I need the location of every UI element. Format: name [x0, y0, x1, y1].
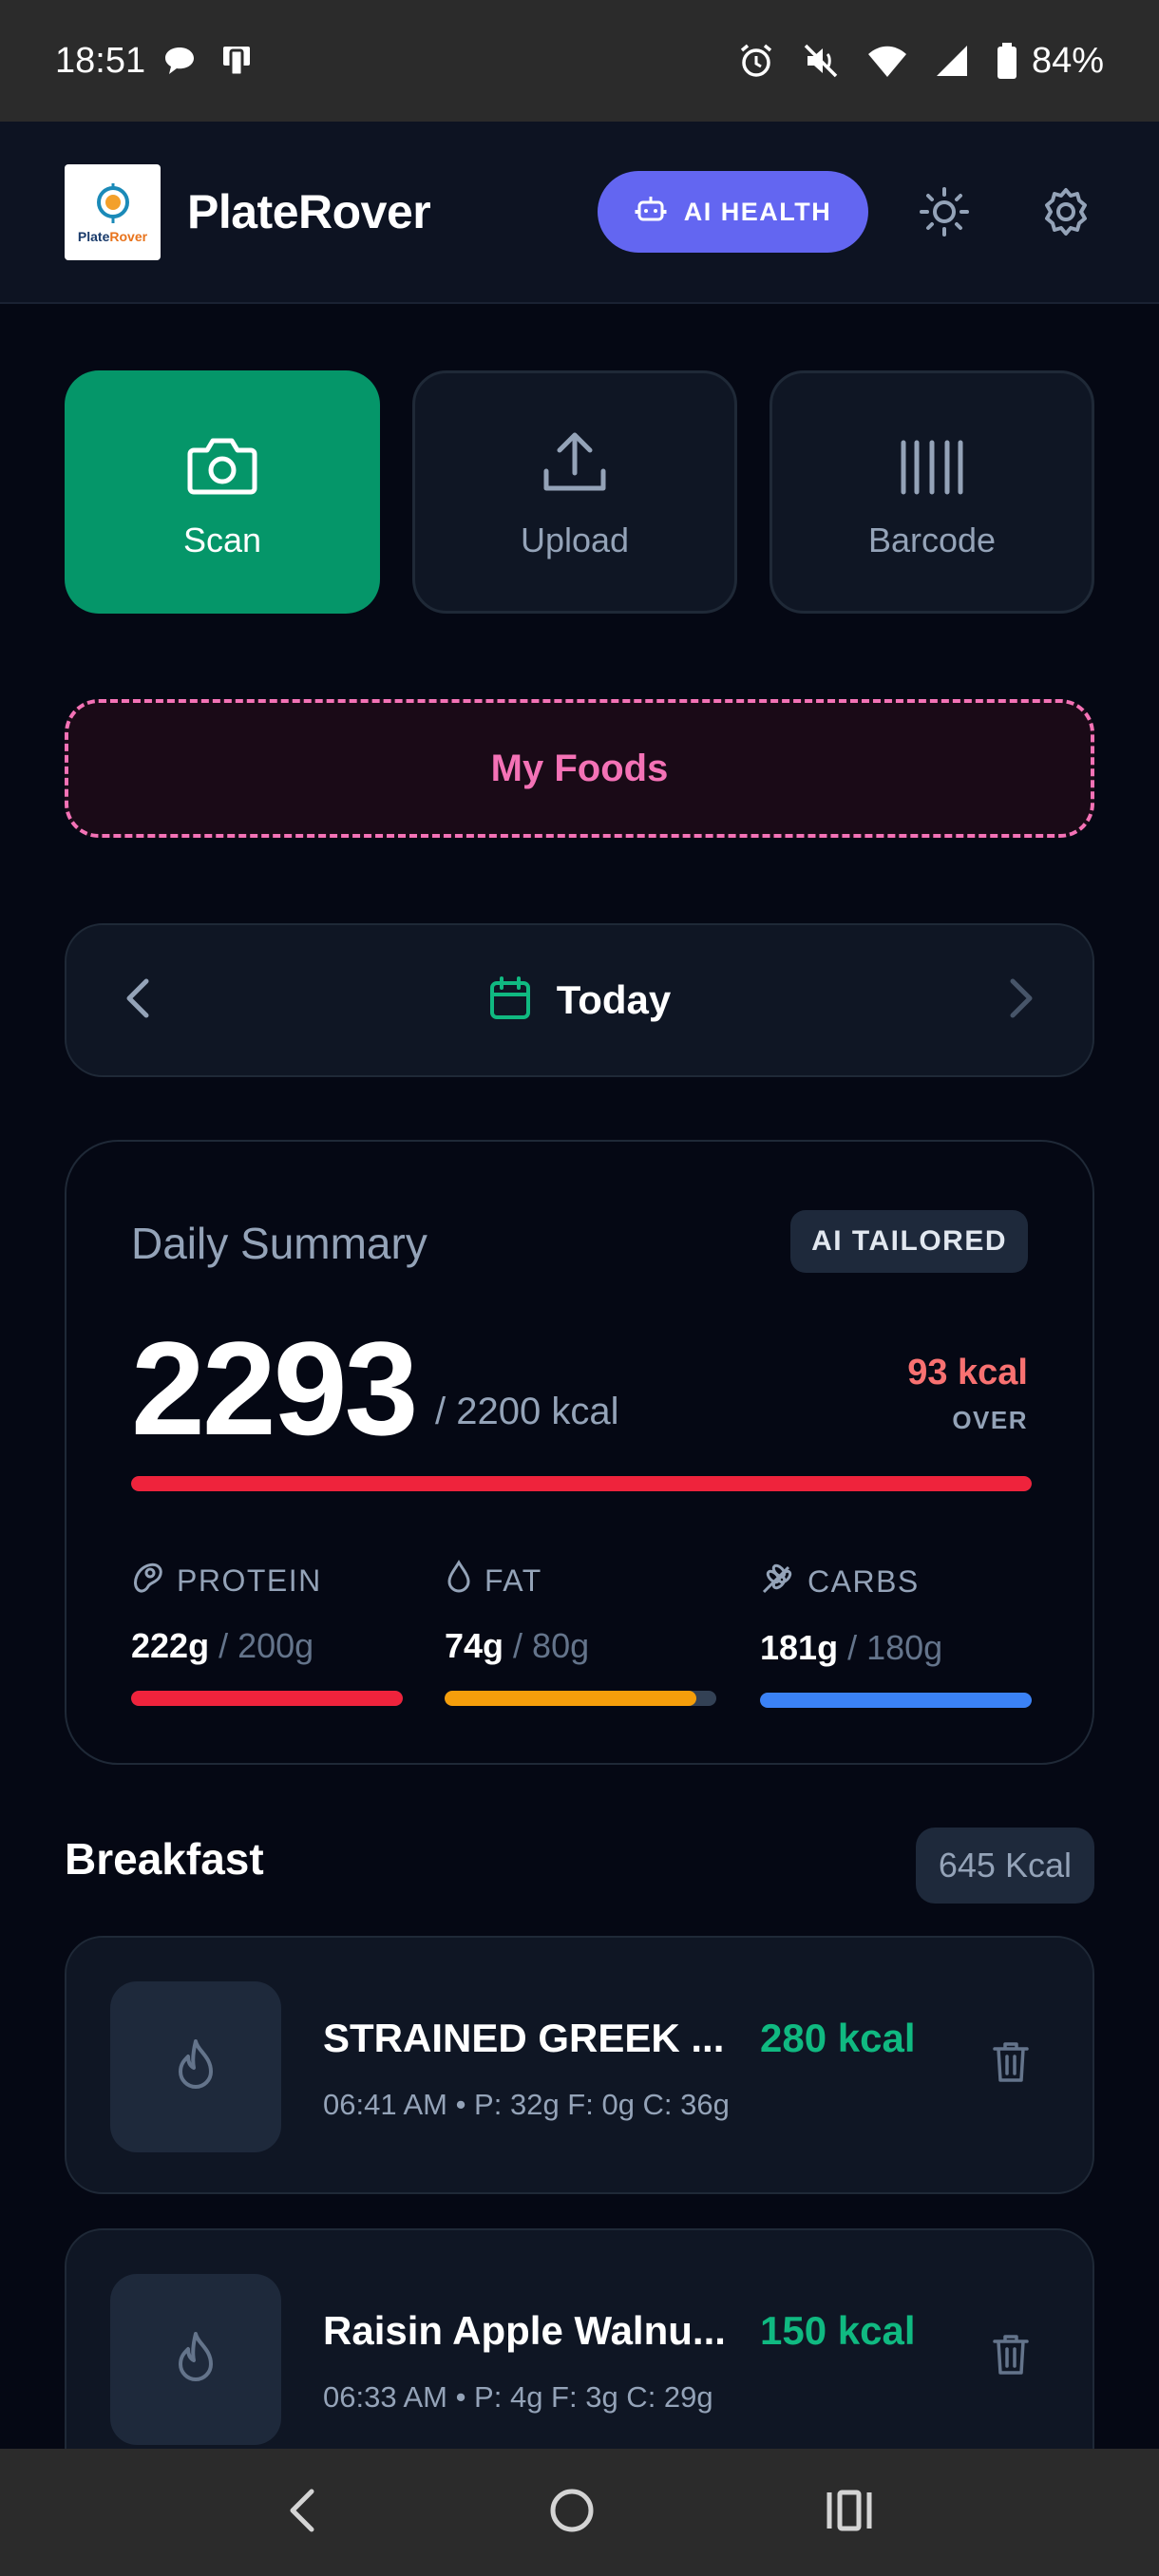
- selected-date-label[interactable]: Today: [557, 977, 672, 1023]
- ai-health-button[interactable]: AI HEALTH: [598, 171, 868, 253]
- protein-icon: [131, 1560, 165, 1601]
- status-bar: 18:51 84%: [0, 0, 1159, 122]
- meal-kcal-badge: 645 Kcal: [915, 1828, 1094, 1904]
- delete-trash-icon[interactable]: [992, 2333, 1030, 2381]
- macro-carbs: CARBS 181g / 180g: [760, 1560, 1032, 1708]
- upload-icon: [541, 424, 609, 496]
- ai-health-label: AI HEALTH: [683, 197, 832, 226]
- protein-progress-bar: [131, 1691, 403, 1706]
- flame-icon: [179, 2332, 213, 2381]
- theme-toggle-sun-icon[interactable]: [916, 183, 973, 240]
- status-time: 18:51: [55, 40, 146, 81]
- alarm-icon: [737, 42, 775, 80]
- robot-icon: [635, 193, 667, 232]
- macro-protein: PROTEIN 222g / 200g: [131, 1560, 403, 1706]
- food-thumbnail: [110, 2274, 281, 2445]
- food-thumbnail: [110, 1981, 281, 2152]
- protein-goal: / 200g: [209, 1626, 314, 1665]
- logo-icon: [96, 183, 129, 223]
- calories-consumed: 2293: [131, 1314, 418, 1463]
- app-header: PlateRover PlateRover AI HEALTH: [0, 122, 1159, 304]
- barcode-icon: [898, 424, 966, 496]
- food-name: Raisin Apple Walnu...: [323, 2308, 726, 2353]
- food-kcal: 150 kcal: [760, 2308, 916, 2353]
- droplet-icon: [445, 1560, 473, 1601]
- calorie-progress-bar: [131, 1476, 1032, 1491]
- fat-current: 74g: [445, 1626, 504, 1665]
- summary-title: Daily Summary: [131, 1219, 428, 1268]
- my-foods-label: My Foods: [490, 747, 669, 789]
- previous-day-chevron-left-icon[interactable]: [124, 977, 152, 1024]
- app-logo[interactable]: PlateRover: [65, 163, 161, 260]
- fat-progress-fill: [445, 1691, 696, 1706]
- fat-label: FAT: [484, 1563, 542, 1598]
- food-kcal: 280 kcal: [760, 2016, 916, 2060]
- carbs-goal: / 180g: [838, 1628, 943, 1667]
- camera-icon: [186, 424, 258, 496]
- daily-summary-card: Daily Summary AI TAILORED 2293 / 2200 kc…: [65, 1140, 1094, 1765]
- meal-section-title: Breakfast: [65, 1834, 264, 1884]
- mute-icon: [802, 42, 840, 80]
- my-foods-button[interactable]: My Foods: [65, 699, 1094, 838]
- carbs-progress-bar: [760, 1693, 1032, 1708]
- barcode-button[interactable]: Barcode: [770, 370, 1094, 614]
- battery-percent: 84%: [1031, 40, 1104, 81]
- delete-trash-icon[interactable]: [992, 2040, 1030, 2089]
- date-navigator: Today: [65, 923, 1094, 1077]
- scan-label: Scan: [182, 521, 262, 559]
- flame-icon: [179, 2039, 213, 2089]
- carbs-current: 181g: [760, 1628, 839, 1667]
- upload-label: Upload: [520, 521, 630, 559]
- system-navigation-bar: [0, 2449, 1159, 2576]
- logo-text: PlateRover: [77, 229, 148, 244]
- ai-tailored-badge: AI TAILORED: [790, 1210, 1028, 1273]
- calories-over-value: 93 kcal: [907, 1353, 1028, 1392]
- battery-icon: [996, 42, 1018, 80]
- barcode-label: Barcode: [867, 521, 997, 559]
- food-details: 06:33 AM • P: 4g F: 3g C: 29g: [323, 2380, 713, 2414]
- calories-over-label: OVER: [952, 1406, 1028, 1434]
- fat-progress-bar: [445, 1691, 716, 1706]
- signal-icon: [935, 44, 969, 78]
- wifi-icon: [866, 43, 908, 79]
- food-details: 06:41 AM • P: 32g F: 0g C: 36g: [323, 2088, 730, 2121]
- next-day-chevron-right-icon[interactable]: [1007, 977, 1036, 1024]
- wheat-icon: [760, 1560, 796, 1603]
- protein-label: PROTEIN: [177, 1563, 322, 1598]
- macro-fat: FAT 74g / 80g: [445, 1560, 716, 1706]
- protein-progress-fill: [131, 1691, 403, 1706]
- settings-gear-icon[interactable]: [1037, 183, 1094, 240]
- app-title: PlateRover: [187, 185, 431, 238]
- fat-goal: / 80g: [504, 1626, 590, 1665]
- recents-icon[interactable]: [825, 2489, 874, 2537]
- home-circle-icon[interactable]: [548, 2487, 596, 2539]
- food-name: STRAINED GREEK ...: [323, 2016, 725, 2060]
- calories-goal: / 2200 kcal: [435, 1391, 619, 1432]
- food-entry[interactable]: STRAINED GREEK ... 280 kcal 06:41 AM • P…: [65, 1936, 1094, 2194]
- device-icon: [218, 43, 256, 79]
- protein-current: 222g: [131, 1626, 210, 1665]
- carbs-progress-fill: [760, 1693, 1032, 1708]
- capture-actions: Scan Upload Barcode: [65, 370, 1094, 614]
- upload-button[interactable]: Upload: [412, 370, 737, 614]
- calendar-icon: [488, 975, 532, 1026]
- calorie-progress-fill: [131, 1476, 1032, 1491]
- back-chevron-icon[interactable]: [285, 2486, 319, 2540]
- message-icon: [162, 45, 197, 77]
- scan-button[interactable]: Scan: [65, 370, 380, 614]
- carbs-label: CARBS: [808, 1563, 920, 1599]
